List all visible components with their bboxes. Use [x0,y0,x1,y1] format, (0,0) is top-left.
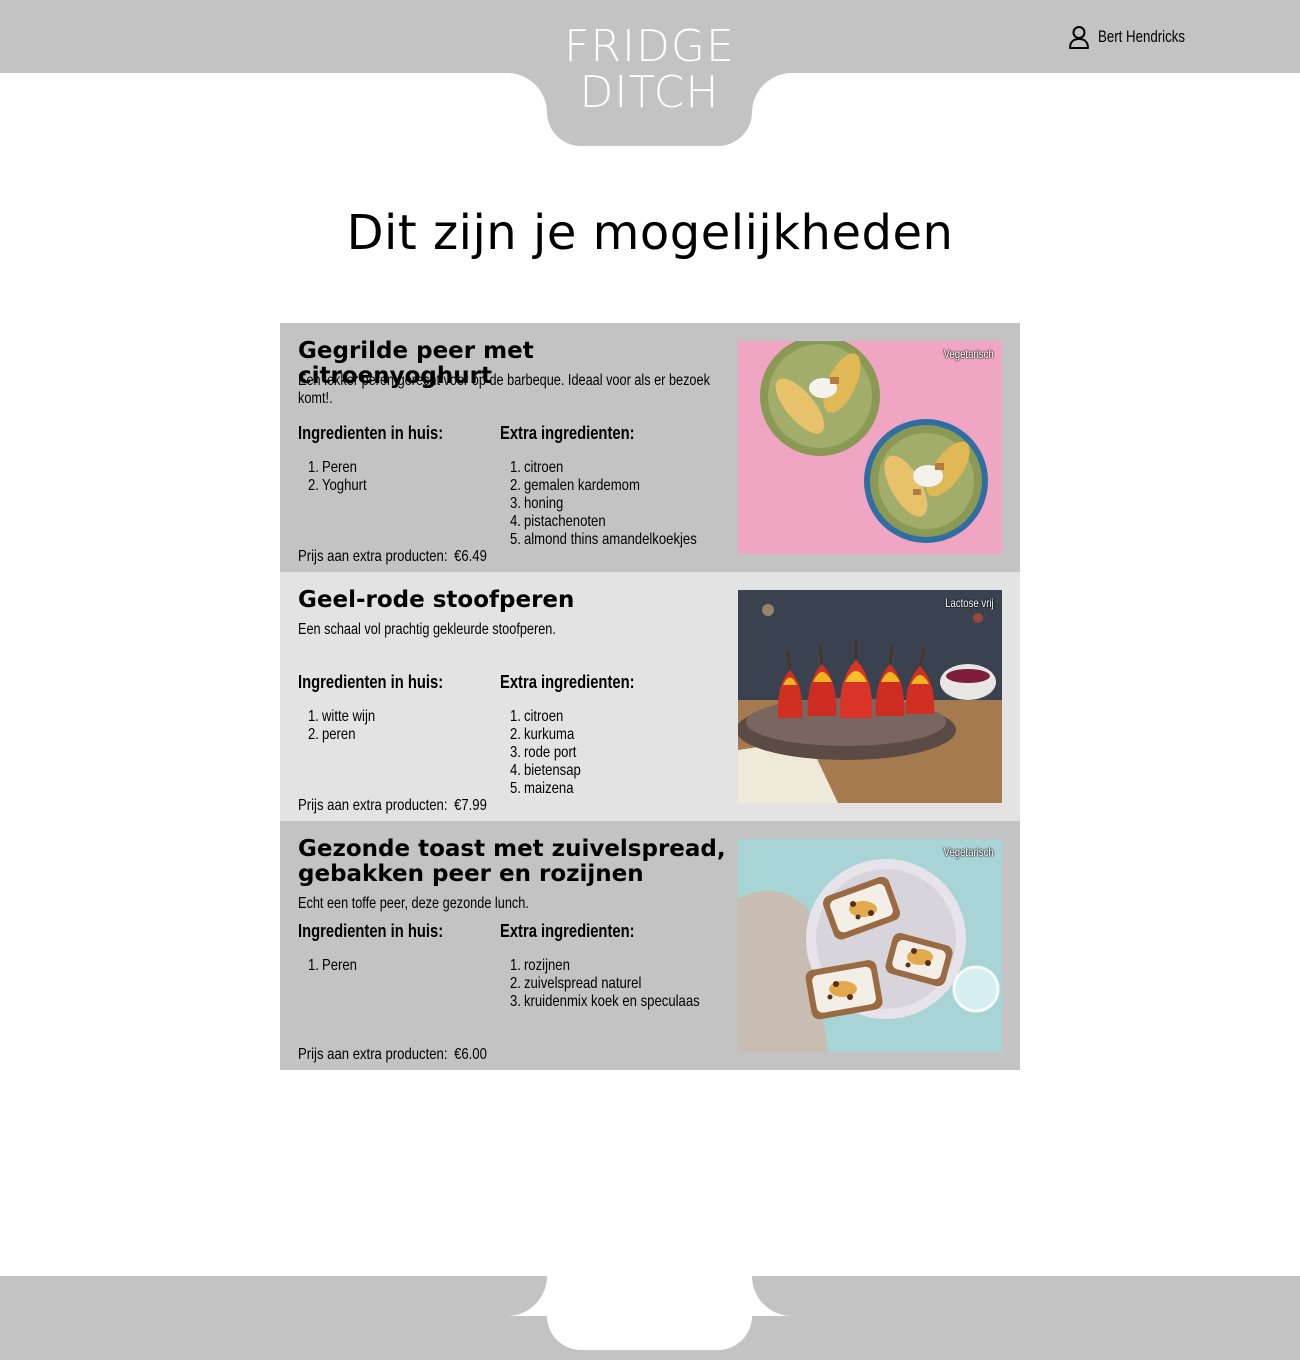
user-name: Bert Hendricks [1098,27,1185,46]
recipe-description: Echt een toffe peer, deze gezonde lunch. [298,895,529,912]
inhouse-list: 1. witte wijn 2. peren [308,708,375,744]
price-value: €6.00 [454,1046,487,1063]
header-curve-right [752,73,792,113]
recipe-title: Gezonde toast met zuivelspread, gebakken… [298,836,726,887]
list-item: 3. honing [510,495,564,512]
list-item: 1. rozijnen [510,957,570,974]
page-title: Dit zijn je mogelijkheden [346,205,954,261]
extra-list: 1. citroen 2. gemalen kardemom 3. honing 4.… [510,459,697,549]
price-label: Prijs aan extra producten: [298,548,448,565]
header-curve-left [507,73,547,113]
list-item: 2. gemalen kardemom [510,477,640,494]
list-item: 1. Peren [308,957,357,974]
list-item: 3. rode port [510,744,577,761]
extra-heading: Extra ingredienten: [500,672,635,692]
recipe-list: Gegrilde peer met citroenyoghurt Een lek… [280,323,1020,1070]
recipe-card[interactable]: Gezonde toast met zuivelspread, gebakken… [280,821,1020,1070]
inhouse-heading: Ingredienten in huis: [298,423,444,443]
list-item: 4. bietensap [510,762,581,779]
list-item: 2. peren [308,726,356,743]
list-item: 1. citroen [510,459,564,476]
logo-line-1: FRIDGE [564,21,735,72]
diet-tag: Lactose vrij [945,596,994,610]
recipe-card[interactable]: Geel-rode stoofperen Een schaal vol prac… [280,572,1020,821]
diet-tag: Vegetarisch [943,845,994,859]
recipe-title: Geel-rode stoofperen [298,587,575,613]
list-item: 1. citroen [510,708,564,725]
recipe-photo[interactable]: Lactose vrij [738,590,1002,803]
price-line: Prijs aan extra producten: €6.49 [298,548,487,566]
recipe-card[interactable]: Gegrilde peer met citroenyoghurt Een lek… [280,323,1020,572]
footer-tab [547,1276,752,1350]
user-icon [1068,25,1090,49]
inhouse-heading: Ingredienten in huis: [298,921,444,941]
recipe-photo[interactable]: Vegetarisch [738,341,1002,554]
price-label: Prijs aan extra producten: [298,797,448,814]
recipe-photo[interactable]: Vegetarisch [738,839,1002,1052]
logo[interactable]: FRIDGE DITCH [547,24,752,116]
toast-pear-photo [738,839,1002,1052]
list-item: 5. almond thins amandelkoekjes [510,531,697,548]
list-item: 2. Yoghurt [308,477,367,494]
recipe-description: Een schaal vol prachtig gekleurde stoofp… [298,621,556,638]
price-line: Prijs aan extra producten: €7.99 [298,797,487,815]
logo-line-2: DITCH [579,67,720,118]
list-item: 5. maizena [510,780,574,797]
list-item: 2. kurkuma [510,726,575,743]
price-value: €7.99 [454,797,487,814]
list-item: 4. pistachenoten [510,513,606,530]
list-item: 1. witte wijn [308,708,376,725]
price-label: Prijs aan extra producten: [298,1046,448,1063]
price-line: Prijs aan extra producten: €6.00 [298,1046,487,1064]
list-item: 3. kruidenmix koek en speculaas [510,993,700,1010]
extra-list: 1. citroen 2. kurkuma 3. rode port 4. bieten… [510,708,581,798]
list-item: 1. Peren [308,459,357,476]
inhouse-heading: Ingredienten in huis: [298,672,444,692]
extra-list: 1. rozijnen 2. zuivelspread naturel 3. krui… [510,957,700,1011]
footer-curve-right [752,1276,792,1316]
price-value: €6.49 [454,548,487,565]
diet-tag: Vegetarisch [943,347,994,361]
grilled-pear-photo [738,341,1002,554]
inhouse-list: 1. Peren 2. Yoghurt [308,459,367,495]
inhouse-list: 1. Peren [308,957,357,975]
stewed-pears-photo [738,590,1002,803]
footer-curve-left [507,1276,547,1316]
user-account[interactable]: Bert Hendricks [1068,24,1209,50]
list-item: 2. zuivelspread naturel [510,975,642,992]
extra-heading: Extra ingredienten: [500,423,635,443]
extra-heading: Extra ingredienten: [500,921,635,941]
recipe-description: Een lekker peren gerecht voor op de barb… [298,372,710,407]
